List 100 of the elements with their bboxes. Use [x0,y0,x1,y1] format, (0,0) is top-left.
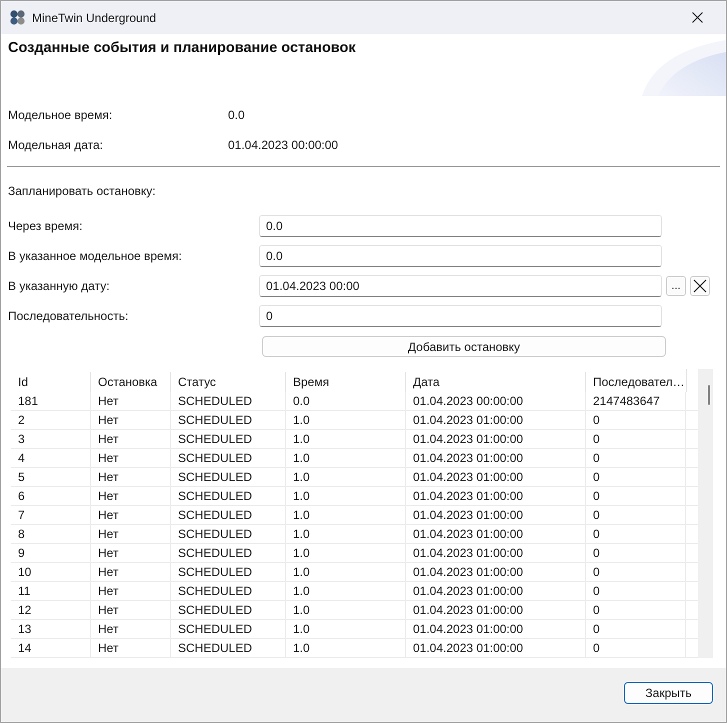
section-title: Запланировать остановку: [8,183,156,199]
table-cell: 01.04.2023 01:00:00 [406,411,586,429]
table-cell: 1.0 [286,411,406,429]
table-cell: SCHEDULED [171,449,286,467]
table-cell: Нет [91,544,171,562]
dialog-heading: Созданные события и планирование остановок [8,39,356,57]
table-cell: 1.0 [286,563,406,581]
table-cell: Нет [91,487,171,505]
close-icon [693,279,707,293]
close-dialog-button[interactable]: Закрыть [624,682,713,704]
table-cell: 01.04.2023 01:00:00 [406,506,586,524]
table-cell: 1.0 [286,525,406,543]
table-cell: 10 [11,563,91,581]
table-cell: 1.0 [286,601,406,619]
table-cell: 0 [586,430,686,448]
table-cell: SCHEDULED [171,582,286,600]
window-title: MineTwin Underground [32,10,156,24]
column-header[interactable]: Статус [171,372,286,392]
table-cell: 01.04.2023 01:00:00 [406,601,586,619]
table-cell: 3 [11,430,91,448]
table-cell: SCHEDULED [171,563,286,581]
column-header[interactable]: Остановка [91,372,171,392]
field-label: В указанное модельное время: [8,248,182,264]
table-cell: Нет [91,430,171,448]
table-cell: 8 [11,525,91,543]
column-header[interactable]: Последовател… [586,372,686,392]
table-cell: SCHEDULED [171,525,286,543]
table-cell: 0 [586,525,686,543]
table-cell: 1.0 [286,430,406,448]
table-cell: SCHEDULED [171,487,286,505]
add-stop-button[interactable]: Добавить остановку [262,336,666,357]
scrollbar-thumb[interactable] [708,385,710,405]
table-cell: 2 [11,411,91,429]
table-cell: 0 [586,620,686,638]
table-cell: 1.0 [286,468,406,486]
table-cell: Нет [91,468,171,486]
table-cell: 01.04.2023 01:00:00 [406,639,586,657]
info-label: Модельное время: [8,107,112,123]
table-cell: SCHEDULED [171,506,286,524]
table-cell: Нет [91,563,171,581]
table-cell: Нет [91,525,171,543]
table-cell: 1.0 [286,544,406,562]
table-cell: 6 [11,487,91,505]
table-cell: SCHEDULED [171,601,286,619]
table-cell: 1.0 [286,620,406,638]
table-cell: Нет [91,620,171,638]
scrollbar[interactable] [698,369,713,658]
table-cell: Нет [91,392,171,410]
info-label: Модельная дата: [8,137,103,153]
table-cell: 14 [11,639,91,657]
table-cell: 0 [586,506,686,524]
table-cell: 0 [586,544,686,562]
table-cell: 01.04.2023 01:00:00 [406,544,586,562]
table-cell: SCHEDULED [171,468,286,486]
table-cell: 9 [11,544,91,562]
table-cell: 01.04.2023 01:00:00 [406,525,586,543]
table-cell: 1.0 [286,487,406,505]
info-value: 01.04.2023 00:00:00 [228,137,338,153]
date-field[interactable]: 01.04.2023 00:00 [259,275,662,297]
date-picker-button[interactable]: ... [666,276,686,296]
table-cell: 2147483647 [586,392,686,410]
table-cell: 4 [11,449,91,467]
table-cell: Нет [91,411,171,429]
table-cell: 0 [586,411,686,429]
table-cell: 181 [11,392,91,410]
table-cell: 01.04.2023 01:00:00 [406,563,586,581]
field-label: Через время: [8,218,82,234]
table-cell: 01.04.2023 01:00:00 [406,582,586,600]
table-cell: 0 [586,601,686,619]
table-cell: 01.04.2023 01:00:00 [406,487,586,505]
table-cell: 01.04.2023 01:00:00 [406,430,586,448]
table-cell: SCHEDULED [171,639,286,657]
close-icon [692,12,702,23]
app-logo-icon [10,10,25,25]
table-cell: 0 [586,563,686,581]
table-cell: Нет [91,582,171,600]
table-cell: Нет [91,449,171,467]
column-header[interactable]: Дата [406,372,586,392]
table-cell: 0 [586,487,686,505]
table-cell: 01.04.2023 01:00:00 [406,449,586,467]
table-cell: 1.0 [286,582,406,600]
table-cell: 0 [586,582,686,600]
table-cell: 0 [586,449,686,467]
table-cell: 13 [11,620,91,638]
table-cell: 0 [586,639,686,657]
table-cell: 1.0 [286,506,406,524]
field-label: В указанную дату: [8,278,110,294]
table-cell: 12 [11,601,91,619]
table-cell: SCHEDULED [171,544,286,562]
table-cell: 0 [586,468,686,486]
table-cell: 01.04.2023 01:00:00 [406,620,586,638]
input-field[interactable]: 0 [259,305,662,327]
table-cell: SCHEDULED [171,392,286,410]
table-cell: 11 [11,582,91,600]
column-header[interactable]: Id [11,372,91,392]
table-cell: 01.04.2023 00:00:00 [406,392,586,410]
input-field[interactable]: 0.0 [259,245,662,267]
clear-date-button[interactable] [690,276,710,296]
column-header[interactable]: Время [286,372,406,392]
input-field[interactable]: 0.0 [259,215,662,237]
